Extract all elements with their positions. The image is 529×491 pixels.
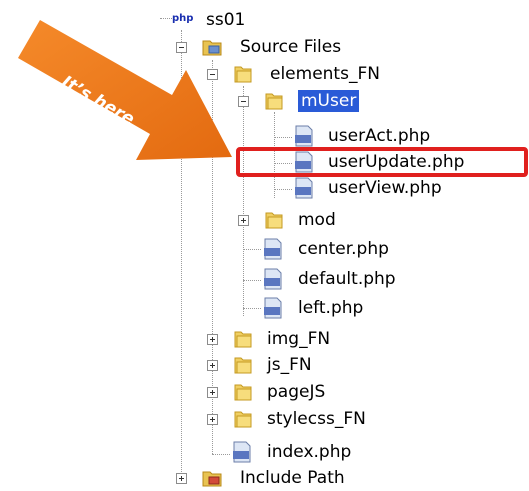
tree-guide-line <box>181 30 182 478</box>
php-file-icon <box>264 297 282 319</box>
tree-node-label: center.php <box>298 239 389 259</box>
folder-icon <box>234 66 252 83</box>
tree-node-file[interactable]: userView.php <box>328 175 442 201</box>
folder-icon <box>234 331 252 348</box>
tree-node-label: img_FN <box>267 329 331 349</box>
php-file-icon <box>264 238 282 260</box>
tree-node-folder[interactable]: stylecss_FN <box>267 406 366 432</box>
tree-node-file[interactable]: index.php <box>267 439 351 465</box>
tree-node-file[interactable]: center.php <box>298 236 389 262</box>
expand-toggle-icon[interactable] <box>207 414 218 425</box>
tree-node-elements-fn[interactable]: elements_FN <box>270 61 380 87</box>
folder-icon <box>265 212 283 229</box>
tree-node-label: Source Files <box>240 37 342 57</box>
expand-toggle-icon[interactable] <box>207 387 218 398</box>
tree-guide-line <box>212 454 230 455</box>
tree-guide-line <box>243 280 261 281</box>
folder-icon <box>234 357 252 374</box>
php-project-icon: php <box>172 13 194 24</box>
tree-node-label: default.php <box>298 269 396 289</box>
tree-node-include-path[interactable]: Include Path <box>240 465 345 491</box>
expand-toggle-icon[interactable] <box>176 473 187 484</box>
php-file-icon <box>295 125 313 147</box>
tree-node-label: elements_FN <box>270 64 380 84</box>
php-file-icon <box>295 177 313 199</box>
tree-node-folder[interactable]: js_FN <box>267 352 312 378</box>
tree-node-label: ss01 <box>206 10 246 30</box>
project-tree: php ss01 Source Files elements_FN mUser … <box>0 0 529 490</box>
tree-node-label: mUser <box>298 90 360 112</box>
source-folder-icon <box>202 40 222 56</box>
tree-guide-line <box>274 137 292 138</box>
tree-node-folder[interactable]: pageJS <box>267 379 325 405</box>
tree-node-label: userView.php <box>328 178 442 198</box>
expand-toggle-icon[interactable] <box>238 215 249 226</box>
collapse-toggle-icon[interactable] <box>238 96 249 107</box>
tree-node-label: index.php <box>267 442 352 462</box>
tree-guide-line <box>243 308 261 309</box>
tree-guide-line <box>243 86 244 316</box>
tree-node-root[interactable]: php ss01 <box>152 7 245 33</box>
tree-node-label: userAct.php <box>328 126 431 146</box>
tree-node-mod[interactable]: mod <box>298 207 336 233</box>
tree-node-file[interactable]: userAct.php <box>328 123 430 149</box>
php-file-icon <box>264 268 282 290</box>
tree-guide-line <box>274 189 292 190</box>
tree-node-muser[interactable]: mUser <box>298 88 360 114</box>
tree-node-file[interactable]: left.php <box>298 295 363 321</box>
collapse-toggle-icon[interactable] <box>176 42 187 53</box>
tree-node-label: js_FN <box>267 355 312 375</box>
tree-node-source-files[interactable]: Source Files <box>240 34 341 60</box>
collapse-toggle-icon[interactable] <box>207 69 218 80</box>
tree-node-label: mod <box>298 210 336 230</box>
library-folder-icon <box>202 471 222 487</box>
tree-node-label: stylecss_FN <box>267 409 366 429</box>
expand-toggle-icon[interactable] <box>207 334 218 345</box>
tree-node-label: left.php <box>298 298 364 318</box>
highlight-box <box>236 147 528 177</box>
php-file-icon <box>233 441 251 463</box>
folder-icon <box>265 93 283 110</box>
folder-icon <box>234 411 252 428</box>
expand-toggle-icon[interactable] <box>207 360 218 371</box>
tree-node-label: pageJS <box>267 382 326 402</box>
folder-icon <box>234 384 252 401</box>
tree-node-folder[interactable]: img_FN <box>267 326 330 352</box>
tree-node-label: Include Path <box>240 468 345 488</box>
tree-node-file[interactable]: default.php <box>298 266 396 292</box>
tree-guide-line <box>243 249 261 250</box>
